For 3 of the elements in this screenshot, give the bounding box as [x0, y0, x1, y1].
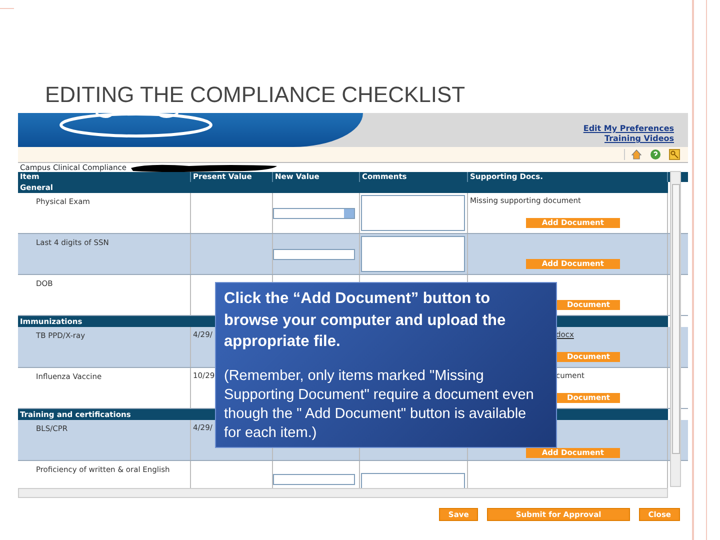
header-link[interactable]: Edit My Preferences — [583, 124, 674, 134]
header-link[interactable]: Training Videos — [604, 134, 674, 144]
slide-title: EDITING THE COMPLIANCE CHECKLIST — [45, 81, 466, 109]
